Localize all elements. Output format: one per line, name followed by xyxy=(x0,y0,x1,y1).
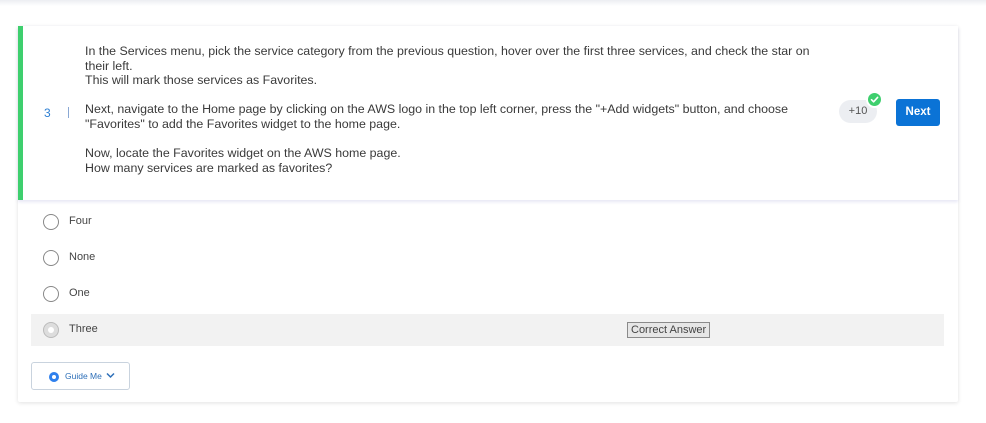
question-card: 3 In the Services menu, pick the service… xyxy=(18,26,958,402)
chevron-down-icon xyxy=(106,372,115,379)
answer-option-one[interactable]: One xyxy=(31,278,944,310)
question-paragraph-2: Next, navigate to the Home page by click… xyxy=(85,102,788,131)
question-paragraph-1: In the Services menu, pick the service c… xyxy=(85,44,810,88)
question-panel: 3 In the Services menu, pick the service… xyxy=(18,26,958,200)
radio-button[interactable] xyxy=(43,250,59,266)
top-header-shadow xyxy=(0,0,986,6)
answer-option-three[interactable]: Three Correct Answer xyxy=(31,314,944,346)
option-label: Three xyxy=(69,323,98,335)
check-icon xyxy=(866,91,883,108)
correct-answer-tag: Correct Answer xyxy=(627,322,711,338)
option-label: Four xyxy=(69,215,92,227)
next-button[interactable]: Next xyxy=(896,99,940,126)
radio-button-selected[interactable] xyxy=(43,322,59,338)
compass-icon xyxy=(49,372,59,382)
guide-me-label: Guide Me xyxy=(65,371,102,381)
option-label: One xyxy=(69,287,90,299)
answer-option-four[interactable]: Four xyxy=(31,206,944,238)
question-number-divider xyxy=(68,107,69,118)
question-text: In the Services menu, pick the service c… xyxy=(85,44,825,175)
option-label: None xyxy=(69,251,96,263)
radio-button[interactable] xyxy=(43,286,59,302)
question-number: 3 xyxy=(44,106,51,120)
answer-option-none[interactable]: None xyxy=(31,242,944,274)
guide-me-button[interactable]: Guide Me xyxy=(31,362,130,390)
radio-button[interactable] xyxy=(43,214,59,230)
question-paragraph-3: Now, locate the Favorites widget on the … xyxy=(85,146,401,175)
